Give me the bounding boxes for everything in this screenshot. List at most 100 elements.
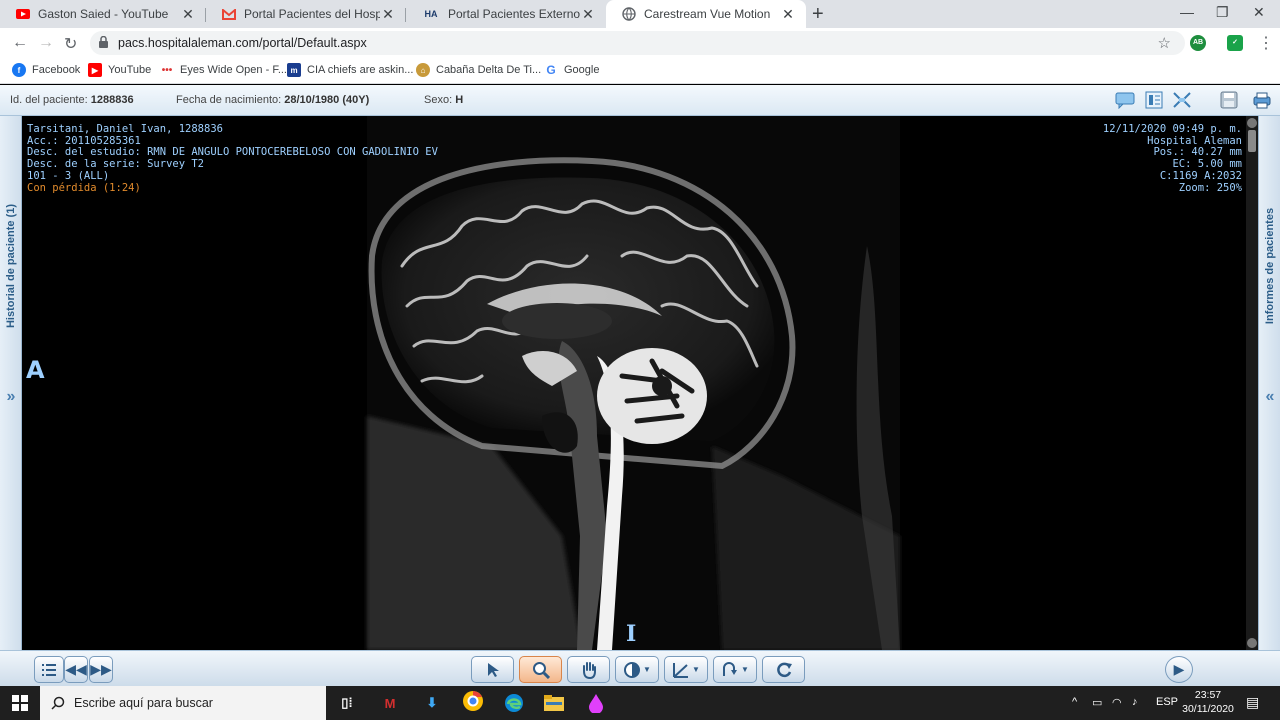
refresh-icon (776, 662, 792, 677)
task-view-icon[interactable]: ▯⁞ (336, 693, 358, 713)
measure-tool-button[interactable]: ▼ (664, 656, 708, 683)
bookmarks-bar: f Facebook ▶ YouTube ••• Eyes Wide Open … (0, 58, 1280, 84)
tab-gmail[interactable]: Portal Pacientes del Hospital Alem ✕ (206, 0, 406, 28)
forward-button[interactable]: → (38, 34, 54, 52)
search-icon (51, 696, 65, 710)
address-bar: ← → ↻ pacs.hospitalaleman.com/portal/Def… (0, 28, 1280, 58)
bookmark-youtube[interactable]: ▶ YouTube (88, 63, 151, 77)
youtube-icon (16, 7, 30, 21)
orientation-anterior: A (26, 356, 45, 384)
edge-icon[interactable] (503, 693, 525, 713)
panel-label: Informes de pacientes (1259, 116, 1280, 416)
windows-taskbar: Escribe aquí para buscar ▯⁞ M ⬇ ^ ▭ ◠ ♪ … (0, 686, 1280, 720)
bookmark-cabana[interactable]: ⌂ Cabaña Delta De Ti... (416, 63, 541, 77)
bookmark-label: Cabaña Delta De Ti... (436, 64, 542, 76)
zoom-tool-button[interactable] (519, 656, 562, 683)
next-series-button[interactable]: ▶▶ (89, 656, 113, 683)
adblock-extension-icon[interactable]: AB (1190, 35, 1206, 51)
tab-title: Portal Pacientes Externos (448, 7, 580, 21)
lock-icon (99, 36, 108, 48)
clock[interactable]: 23:57 30/11/2020 (1180, 688, 1236, 716)
dots-icon: ••• (161, 64, 173, 76)
expand-left-icon[interactable]: » (0, 388, 22, 406)
patient-reports-panel[interactable]: Informes de pacientes « (1258, 116, 1280, 650)
expand-right-icon[interactable]: « (1259, 388, 1280, 406)
list-icon (42, 663, 56, 676)
series-list-button[interactable] (34, 656, 64, 683)
overlay-zoom: Zoom: 250% (1178, 181, 1242, 194)
scroll-down-arrow[interactable] (1247, 638, 1257, 648)
previous-series-button[interactable]: ◀◀ (64, 656, 88, 683)
windows-start-icon[interactable] (9, 693, 31, 713)
tab-title: Gaston Saied - YouTube (38, 7, 169, 21)
wifi-icon[interactable]: ◠ (1112, 696, 1122, 709)
bookmark-google[interactable]: G Google (544, 63, 599, 77)
image-viewport[interactable]: Tarsitani, Daniel Ivan, 1288836 Acc.: 20… (22, 116, 1246, 650)
bookmark-star-icon[interactable]: ☆ (1158, 34, 1171, 52)
bookmark-cia[interactable]: m CIA chiefs are askin... (287, 63, 413, 77)
close-window-button[interactable]: ✕ (1253, 4, 1265, 21)
tab-youtube[interactable]: Gaston Saied - YouTube ✕ (0, 0, 206, 28)
rotate-flip-icon (723, 661, 738, 676)
bookmark-label: Facebook (32, 64, 81, 76)
bookmark-label: YouTube (108, 64, 152, 76)
scroll-up-arrow[interactable] (1247, 118, 1257, 128)
volume-icon[interactable]: ♪ (1132, 696, 1138, 708)
minimize-button[interactable]: — (1180, 4, 1194, 20)
taskbar-search-box[interactable]: Escribe aquí para buscar (40, 686, 326, 720)
youtube-icon: ▶ (88, 63, 102, 77)
back-button[interactable]: ← (12, 34, 28, 52)
mcafee-icon[interactable]: M (379, 693, 401, 713)
mri-sagittal-image (367, 116, 900, 650)
select-tool-button[interactable] (471, 656, 514, 683)
bookmark-eyes-wide-open[interactable]: ••• Eyes Wide Open - F... (160, 63, 287, 77)
omnibox[interactable]: pacs.hospitalaleman.com/portal/Default.a… (90, 31, 1185, 55)
close-icon[interactable]: ✕ (580, 6, 596, 23)
close-icon[interactable]: ✕ (180, 6, 196, 23)
ha-icon: HA (424, 9, 438, 19)
play-cine-button[interactable]: ▶ (1165, 656, 1193, 683)
chrome-icon[interactable] (462, 691, 484, 711)
rotate-tool-button[interactable]: ▼ (713, 656, 757, 683)
save-icon[interactable] (1219, 91, 1239, 109)
battery-icon[interactable]: ▭ (1092, 696, 1102, 709)
notifications-icon[interactable]: ▤ (1246, 694, 1259, 711)
tab-strip: Gaston Saied - YouTube ✕ Portal Paciente… (0, 0, 1280, 28)
overlay-image-index: 101 - 3 (ALL) (27, 169, 110, 182)
shield-extension-icon[interactable]: ✓ (1227, 35, 1243, 51)
language-indicator[interactable]: ESP (1156, 696, 1178, 708)
patient-info-bar: Id. del paciente: 1288836 Fecha de nacim… (0, 85, 1280, 116)
close-icon[interactable]: ✕ (380, 6, 396, 23)
downloads-app-icon[interactable]: ⬇ (421, 693, 443, 713)
maximize-button[interactable]: ❐ (1216, 4, 1229, 21)
scroll-thumb[interactable] (1248, 130, 1256, 152)
report-icon[interactable] (1144, 91, 1164, 109)
new-tab-button[interactable]: + (812, 3, 824, 26)
pan-tool-button[interactable] (567, 656, 610, 683)
tray-overflow-icon[interactable]: ^ (1072, 696, 1077, 708)
reset-button[interactable] (762, 656, 805, 683)
orientation-inferior: I (626, 621, 637, 647)
layout-grid-icon[interactable] (1172, 91, 1192, 109)
patient-history-panel[interactable]: Historial de paciente (1) » (0, 116, 22, 650)
bookmark-facebook[interactable]: f Facebook (12, 63, 80, 77)
tab-portal-externos[interactable]: HA Portal Pacientes Externos ✕ (406, 0, 606, 28)
paint-app-icon[interactable] (585, 693, 607, 713)
clock-time: 23:57 (1194, 689, 1222, 701)
chat-icon[interactable] (1115, 91, 1135, 110)
file-explorer-icon[interactable] (543, 693, 565, 713)
image-scrollbar[interactable] (1246, 116, 1258, 650)
window-level-tool-button[interactable]: ▼ (615, 656, 659, 683)
close-icon[interactable]: ✕ (780, 6, 796, 23)
menu-icon[interactable]: ⋮ (1258, 33, 1274, 53)
bookmark-label: CIA chiefs are askin... (307, 64, 414, 76)
overlay-top-right: 12/11/2020 09:49 p. m. Hospital Aleman P… (1102, 123, 1242, 194)
overlay-datetime: 12/11/2020 09:49 p. m. (1102, 123, 1242, 135)
print-icon[interactable] (1252, 91, 1272, 109)
reload-button[interactable]: ↻ (64, 34, 77, 54)
overlay-patient-name: Tarsitani, Daniel Ivan, 1288836 (27, 123, 223, 135)
play-icon: ▶ (1173, 661, 1185, 677)
overlay-lossy-warning: Con pérdida (1:24) (27, 181, 141, 194)
tab-carestream[interactable]: Carestream Vue Motion ✕ (606, 0, 806, 28)
patient-sex: Sexo: H (424, 94, 464, 106)
